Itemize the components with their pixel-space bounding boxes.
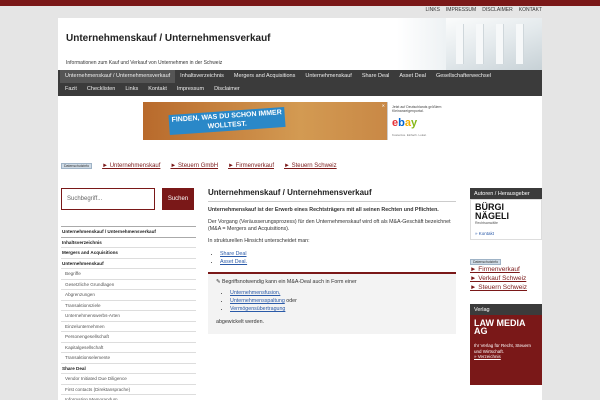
sidebar-item[interactable]: Unternehmenskauf / Unternehmensverkauf (61, 226, 196, 238)
law-media-logo: LAW MEDIA AG (474, 318, 526, 336)
nav-item-checklisten[interactable]: Checklisten (82, 83, 120, 96)
callout-list: Unternehmensfusion, Unternehmensspaltung… (230, 289, 448, 313)
sidebar-item[interactable]: Einzelunternehmen (61, 322, 196, 332)
nav-item-asset-deal[interactable]: Asset Deal (394, 70, 431, 83)
sidebar-item[interactable]: Kapitalgesellschaft (61, 343, 196, 353)
top-link-impressum[interactable]: IMPRESSUM (446, 7, 476, 13)
main-content: Unternehmenskauf / Unternehmensverkauf U… (208, 188, 456, 334)
nav-item-links[interactable]: Links (120, 83, 143, 96)
verzeichnis-link[interactable]: » Verzeichnis (474, 354, 538, 359)
nav-item-impressum[interactable]: Impressum (172, 83, 209, 96)
paragraph-struktur: In strukturellen Hinsicht unterscheidet … (208, 238, 310, 244)
ad-ebay-box: Jetzt auf Deutschlands größtem Kleinanze… (387, 102, 457, 140)
sidebar-item[interactable]: Transaktionselemente (61, 353, 196, 364)
ad-box-bottom: Kostenlos. Einfach. Lokal. (392, 133, 427, 137)
ad-close-icon[interactable]: ✕ (382, 103, 385, 108)
verlag-heading: Verlag (470, 304, 542, 315)
title-divider (208, 201, 456, 202)
top-links: LINKS IMPRESSUM DISCLAIMER KONTAKT (425, 7, 542, 13)
buergi-naegeli-logo[interactable]: BÜRGI NÄGELI (475, 203, 537, 221)
nav-item-unternehmenskauf-verkauf[interactable]: Unternehmenskauf / Unternehmensverkauf (60, 70, 176, 83)
search-input[interactable]: Suchbegriff... (61, 188, 155, 210)
info-callout: ✎ Begriffsnotwendig kann ein M&A-Deal au… (208, 272, 456, 334)
sidebar-item[interactable]: Personengesellschaft (61, 332, 196, 343)
sidebar-item[interactable]: Inhaltsverzeichnis (61, 238, 196, 248)
sidebar-item[interactable]: Mergers and Acquisitions (61, 248, 196, 259)
authors-heading: Autoren / Herausgeber (470, 188, 542, 199)
link-unternehmensspaltung[interactable]: Unternehmensspaltung (230, 298, 285, 304)
callout-intro: ✎ Begriffsnotwendig kann ein M&A-Deal au… (216, 279, 357, 285)
site-header: Unternehmenskauf / Unternehmensverkauf I… (58, 18, 542, 70)
sidebar-item[interactable]: First contacts (Direktansprache) (61, 385, 196, 395)
ad-banner[interactable]: FINDEN, WAS DU SCHON IMMER WOLLTEST. ✕ J… (143, 102, 457, 140)
page-container: Unternehmenskauf / Unternehmensverkauf I… (58, 18, 542, 400)
link-asset-deal[interactable]: Asset Deal. (220, 259, 247, 265)
window-pane (496, 24, 504, 64)
right-ad-links: Datenschutzinfo ► Firmenverkauf ► Verkau… (470, 259, 542, 292)
nav-item-inhaltsverzeichnis[interactable]: Inhaltsverzeichnis (175, 70, 229, 83)
paragraph-vorgang: Der Vorgang (Veräusserungsprozess) für d… (208, 219, 451, 232)
top-accent-bar (0, 0, 600, 6)
sidebar-nav: Unternehmenskauf / Unternehmensverkauf In… (61, 226, 196, 400)
nav-item-share-deal[interactable]: Share Deal (357, 70, 395, 83)
site-description: Informationen zum Kauf und Verkauf von U… (66, 60, 223, 66)
adlink-steuern-schweiz[interactable]: ► Steuern Schweiz (284, 163, 337, 169)
nav-item-gesellschafterwechsel[interactable]: Gesellschafterwechsel (431, 70, 496, 83)
adlink-firmenverkauf[interactable]: ► Firmenverkauf (228, 163, 274, 169)
sidebar-item[interactable]: Begriffe (61, 269, 196, 280)
site-title[interactable]: Unternehmenskauf / Unternehmensverkauf (66, 33, 271, 44)
nav-item-kontakt[interactable]: Kontakt (143, 83, 172, 96)
window-pane (456, 24, 464, 64)
ad-link-bar: Datenschutzinfo ► Unternehmenskauf ► Ste… (61, 163, 337, 169)
main-nav: Unternehmenskauf / Unternehmensverkauf I… (58, 70, 542, 96)
sidebar-item[interactable]: Share Deal (61, 364, 196, 374)
sidebar-item[interactable]: Information Memorandum (61, 395, 196, 400)
law-media-box[interactable]: LAW MEDIA AG Ihr Verlag für Recht, Steue… (470, 315, 542, 385)
kontakt-link[interactable]: » Kontakt (475, 231, 537, 236)
oder-text: oder (284, 298, 297, 304)
nav-item-disclaimer[interactable]: Disclaimer (209, 83, 245, 96)
sidebar-item[interactable]: Unternehmenswerbs-Arten (61, 311, 196, 322)
top-link-links[interactable]: LINKS (425, 7, 439, 13)
deal-type-list: Share Deal Asset Deal. (220, 250, 456, 266)
nav-item-fazit[interactable]: Fazit (60, 83, 82, 96)
link-share-deal[interactable]: Share Deal (220, 251, 247, 257)
link-vermoegensuebertragung[interactable]: Vermögensübertragung (230, 306, 285, 312)
top-link-disclaimer[interactable]: DISCLAIMER (482, 7, 513, 13)
intro-paragraph: Unternehmenskauf ist der Erwerb eines Re… (208, 207, 439, 213)
window-pane (516, 24, 524, 64)
rlink-firmenverkauf[interactable]: ► Firmenverkauf (470, 266, 520, 273)
rlink-verkauf-schweiz[interactable]: ► Verkauf Schweiz (470, 275, 526, 282)
sidebar-item[interactable]: Vendor Initiated Due Diligence (61, 374, 196, 385)
adlink-steuern-gmbh[interactable]: ► Steuern GmbH (170, 163, 218, 169)
top-link-kontakt[interactable]: KONTAKT (519, 7, 542, 13)
rlink-steuern-schweiz[interactable]: ► Steuern Schweiz (470, 284, 527, 291)
pin-icon: ✎ (216, 279, 221, 285)
ad-slogan: FINDEN, WAS DU SCHON IMMER WOLLTEST. (168, 106, 286, 136)
nav-item-mergers[interactable]: Mergers and Acquisitions (229, 70, 300, 83)
adlink-unternehmenskauf[interactable]: ► Unternehmenskauf (102, 163, 160, 169)
window-pane (476, 24, 484, 64)
nav-item-unternehmenskauf[interactable]: Unternehmenskauf (300, 70, 356, 83)
datenschutz-badge[interactable]: Datenschutzinfo (61, 163, 93, 169)
ad-box-text: Jetzt auf Deutschlands größtem Kleinanze… (392, 105, 442, 113)
buergi-subtitle: Rechtsanwälte (475, 221, 498, 225)
law-media-description: Ihr Verlag für Recht, Steuern und Wirtsc… (474, 343, 532, 354)
link-unternehmensfusion[interactable]: Unternehmensfusion, (230, 290, 280, 296)
sidebar-item[interactable]: Transaktionsziele (61, 301, 196, 311)
sidebar-item[interactable]: Abgrenzungen (61, 290, 196, 301)
callout-end: abgewickelt werden. (216, 319, 264, 325)
search-button[interactable]: Suchen (162, 188, 194, 210)
sidebar-item[interactable]: Gesetzliche Grundlagen (61, 280, 196, 290)
header-photo (446, 18, 542, 70)
right-sidebar: Autoren / Herausgeber BÜRGI NÄGELI Recht… (470, 188, 542, 385)
page-title: Unternehmenskauf / Unternehmensverkauf (208, 188, 372, 197)
authors-box: BÜRGI NÄGELI Rechtsanwälte » Kontakt (470, 199, 542, 240)
ebay-logo: ebay (392, 117, 418, 129)
sidebar-item[interactable]: Unternehmenskauf (61, 259, 196, 269)
